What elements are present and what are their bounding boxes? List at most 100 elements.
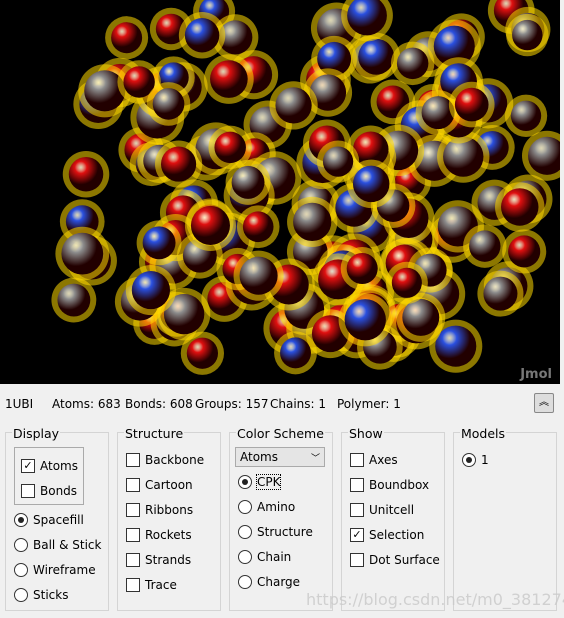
axes-checkbox[interactable]: Axes [350, 451, 398, 469]
checkbox-icon [126, 503, 140, 517]
atom-sphere [210, 60, 248, 98]
atom-sphere [346, 252, 378, 285]
polymer-count: Polymer: 1 [337, 397, 401, 411]
radio-icon [238, 575, 252, 589]
boundbox-checkbox[interactable]: Boundbox [350, 476, 429, 494]
structure-group: Structure Backbone Cartoon Ribbons Rocke… [117, 426, 221, 611]
trace-checkbox[interactable]: Trace [126, 576, 177, 594]
atom-sphere [391, 267, 422, 298]
checkbox-icon [350, 553, 364, 567]
radio-label: Structure [257, 525, 313, 539]
checkbox-label: Cartoon [145, 478, 193, 492]
dot-surface-checkbox[interactable]: Dot Surface [350, 551, 440, 569]
strands-checkbox[interactable]: Strands [126, 551, 191, 569]
checkbox-icon [21, 484, 35, 498]
selection-checkbox[interactable]: ✓ Selection [350, 526, 424, 544]
double-chevron-up-icon: ︽ [539, 397, 549, 408]
radio-icon [14, 588, 28, 602]
display-title: Display [12, 426, 61, 441]
collapse-button[interactable]: ︽ [534, 393, 554, 413]
molecule-viewer[interactable]: Jmol [0, 0, 560, 384]
checkbox-label: Trace [145, 578, 177, 592]
checkbox-icon: ✓ [350, 528, 364, 542]
atom-sphere [142, 226, 176, 260]
atom-sphere [231, 165, 265, 199]
models-group: Models 1 [453, 426, 557, 611]
groups-count: Groups: 157 [195, 397, 269, 411]
checkbox-icon [126, 528, 140, 542]
atoms-checkbox[interactable]: ✓ Atoms [21, 457, 78, 475]
radio-spacefill[interactable]: Spacefill [14, 511, 84, 529]
pdb-id: 1UBI [5, 397, 34, 411]
page-watermark: https://blog.csdn.net/m0_38127487 [306, 590, 564, 609]
atom-sphere [510, 100, 542, 131]
atom-sphere [214, 131, 246, 164]
atom-sphere [186, 337, 219, 369]
radio-wireframe[interactable]: Wireframe [14, 561, 96, 579]
radio-ball-stick[interactable]: Ball & Stick [14, 536, 101, 554]
molecule-spacefill-render[interactable] [0, 0, 560, 384]
select-value: Atoms [240, 450, 278, 464]
radio-model-1[interactable]: 1 [462, 451, 489, 469]
checkbox-icon [126, 478, 140, 492]
checkbox-label: Boundbox [369, 478, 430, 492]
atom-sphere [111, 22, 143, 54]
atom-sphere [57, 283, 91, 317]
radio-label: Ball & Stick [33, 538, 102, 552]
atom-sphere [508, 235, 541, 268]
radio-chain[interactable]: Chain [238, 548, 291, 566]
radio-label: Sticks [33, 588, 69, 602]
atom-sphere [469, 230, 501, 262]
color-scheme-group: Color Scheme Atoms ﹀ CPK Amino Structure … [229, 426, 333, 611]
checkbox-icon [126, 578, 140, 592]
color-scheme-select[interactable]: Atoms ﹀ [235, 447, 325, 467]
checkbox-icon [126, 453, 140, 467]
atom-sphere [483, 276, 518, 311]
bonds-count: Bonds: 608 [125, 397, 193, 411]
radio-label: Spacefill [33, 513, 84, 527]
unitcell-checkbox[interactable]: Unitcell [350, 501, 414, 519]
display-toggle-box: ✓ Atoms Bonds [14, 447, 84, 505]
radio-icon [238, 525, 252, 539]
atom-sphere [242, 211, 274, 243]
atom-sphere [68, 156, 104, 192]
show-group: Show Axes Boundbox Unitcell ✓ Selection D… [341, 426, 445, 611]
atom-sphere [190, 205, 230, 246]
checkbox-label: Strands [145, 553, 192, 567]
radio-label: 1 [481, 453, 489, 467]
checkbox-label: Unitcell [369, 503, 415, 517]
bonds-checkbox[interactable]: Bonds [21, 482, 77, 500]
checkbox-icon [126, 553, 140, 567]
atom-sphere [352, 165, 390, 203]
atom-sphere [501, 188, 539, 226]
radio-amino[interactable]: Amino [238, 498, 295, 516]
atom-sphere [131, 270, 170, 310]
atom-sphere [358, 38, 395, 75]
chains-count: Chains: 1 [270, 397, 327, 411]
checkbox-icon [350, 478, 364, 492]
radio-cpk[interactable]: CPK [238, 473, 282, 491]
atom-sphere [435, 325, 477, 367]
atom-sphere [239, 256, 278, 295]
checkbox-icon [350, 453, 364, 467]
cartoon-checkbox[interactable]: Cartoon [126, 476, 193, 494]
checkbox-label: Backbone [145, 453, 205, 467]
radio-sticks[interactable]: Sticks [14, 586, 68, 604]
checkbox-label: Ribbons [145, 503, 194, 517]
jmol-watermark: Jmol [520, 367, 552, 382]
info-bar: 1UBI Atoms: 683 Bonds: 608 Groups: 157 C… [0, 386, 560, 420]
rockets-checkbox[interactable]: Rockets [126, 526, 192, 544]
radio-icon [14, 538, 28, 552]
radio-structure[interactable]: Structure [238, 523, 313, 541]
atom-sphere [512, 19, 543, 51]
radio-icon [238, 500, 252, 514]
display-group: Display ✓ Atoms Bonds Spacefill Ball & St… [5, 426, 109, 611]
radio-charge[interactable]: Charge [238, 573, 300, 591]
ribbons-checkbox[interactable]: Ribbons [126, 501, 193, 519]
checkbox-label: Rockets [145, 528, 192, 542]
show-title: Show [348, 426, 384, 441]
radio-icon [14, 563, 28, 577]
backbone-checkbox[interactable]: Backbone [126, 451, 204, 469]
atom-sphere [152, 88, 185, 120]
radio-label: CPK [255, 474, 282, 490]
